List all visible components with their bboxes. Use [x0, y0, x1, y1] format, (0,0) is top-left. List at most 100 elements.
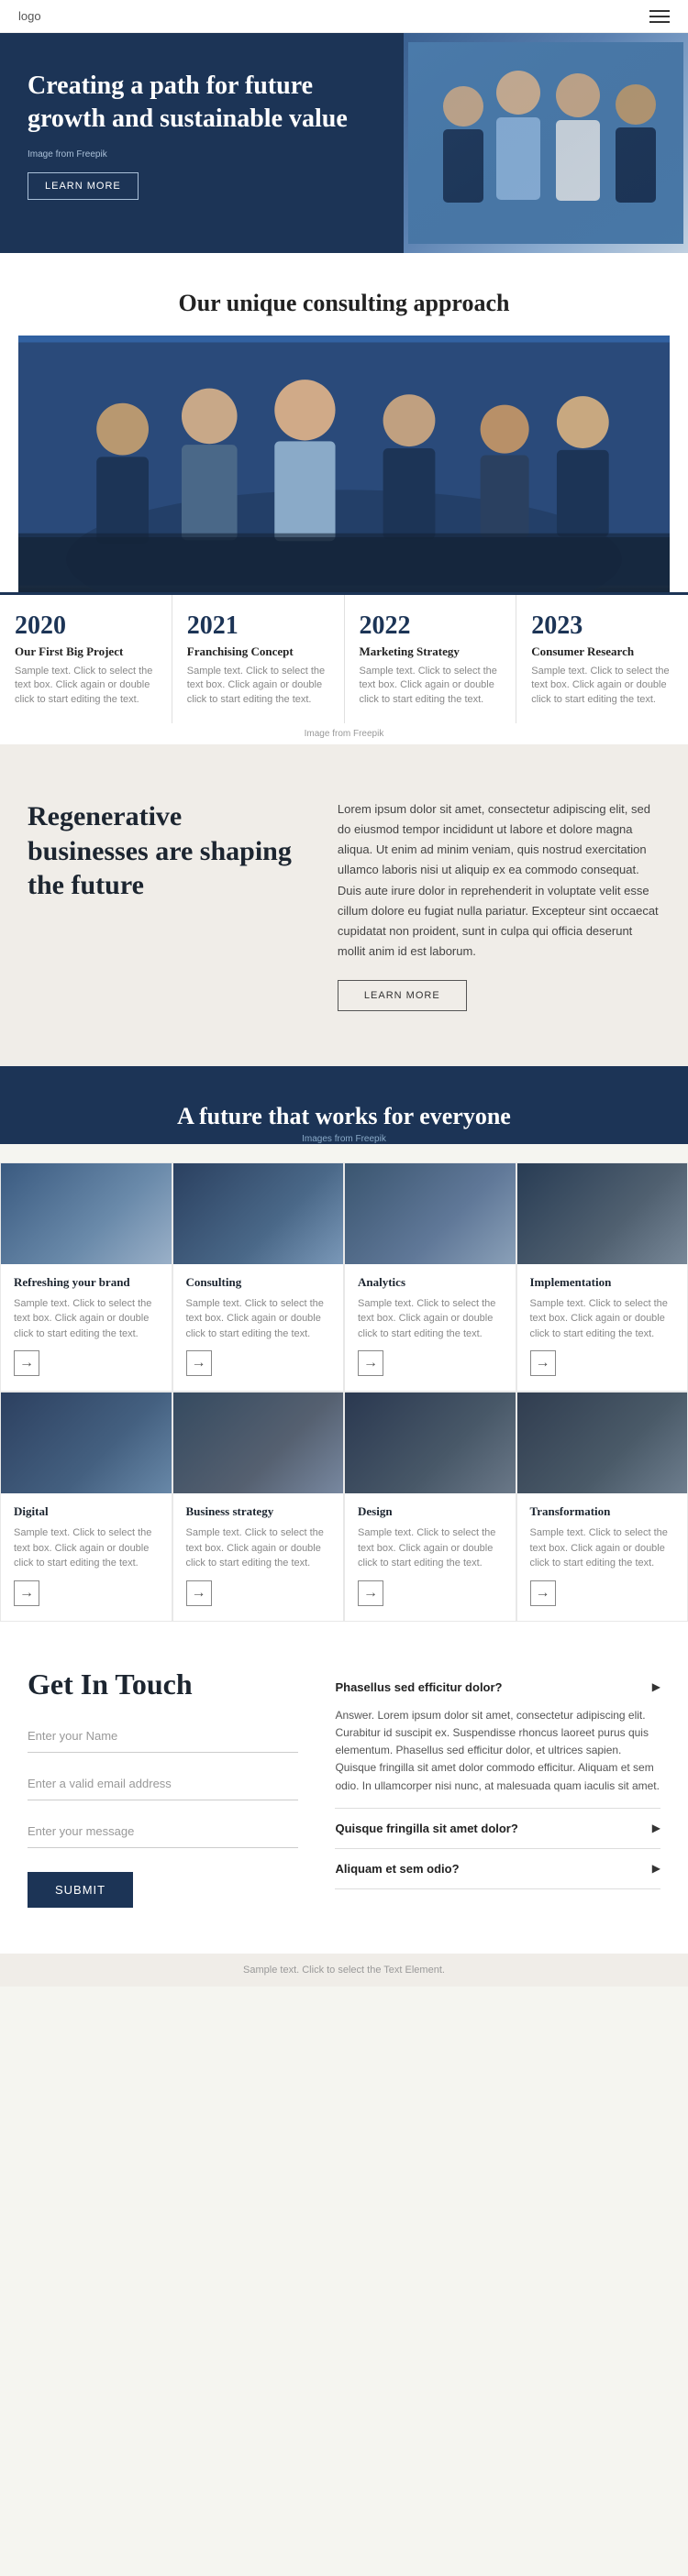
service-image-fill [345, 1163, 516, 1264]
regen-body-text: Lorem ipsum dolor sit amet, consectetur … [338, 799, 660, 962]
timeline-year: 2020 [15, 611, 157, 641]
contact-heading: Get In Touch [28, 1668, 298, 1701]
service-card-image [345, 1393, 516, 1493]
service-card-text: Sample text. Click to select the text bo… [14, 1296, 159, 1342]
faq-question-toggle[interactable]: Aliquam et sem odio? ▶ [335, 1849, 660, 1888]
future-image-credit: Images from Freepik [18, 1134, 670, 1144]
timeline-section: 2020 Our First Big Project Sample text. … [0, 592, 688, 723]
service-card-text: Sample text. Click to select the text bo… [14, 1525, 159, 1571]
contact-name-input[interactable] [28, 1720, 298, 1753]
service-arrow-button[interactable]: → [186, 1580, 212, 1606]
service-arrow-button[interactable]: → [530, 1350, 556, 1376]
service-card-image [1, 1163, 172, 1264]
faq-answer: Answer. Lorem ipsum dolor sit amet, cons… [335, 1707, 660, 1808]
service-card: Refreshing your brand Sample text. Click… [0, 1162, 172, 1393]
hero-image-sim [404, 33, 688, 253]
service-card-text: Sample text. Click to select the text bo… [186, 1296, 331, 1342]
faq-block: Phasellus sed efficitur dolor? ▶ Answer.… [335, 1668, 660, 1908]
faq-question-text: Phasellus sed efficitur dolor? [335, 1680, 502, 1694]
service-card: Transformation Sample text. Click to sel… [516, 1392, 688, 1622]
faq-answer-text: Answer. Lorem ipsum dolor sit amet, cons… [335, 1707, 660, 1795]
consulting-section: Our unique consulting approach [0, 253, 688, 592]
timeline-title: Consumer Research [531, 644, 673, 659]
timeline-title: Our First Big Project [15, 644, 157, 659]
timeline-year: 2021 [187, 611, 329, 641]
service-card: Analytics Sample text. Click to select t… [344, 1162, 516, 1393]
hero-image-credit: Image from Freepik [28, 149, 376, 160]
service-card-body: Digital Sample text. Click to select the… [1, 1493, 172, 1621]
service-card-title: Analytics [358, 1275, 503, 1290]
faq-item: Quisque fringilla sit amet dolor? ▶ [335, 1809, 660, 1849]
service-card: Digital Sample text. Click to select the… [0, 1392, 172, 1622]
service-card-title: Design [358, 1504, 503, 1519]
service-card-title: Refreshing your brand [14, 1275, 159, 1290]
timeline-year: 2022 [360, 611, 502, 641]
contact-message-input[interactable] [28, 1815, 298, 1848]
hero-learn-more-button[interactable]: LEARN MORE [28, 172, 139, 200]
service-card-text: Sample text. Click to select the text bo… [358, 1525, 503, 1571]
faq-expand-icon: ▶ [652, 1862, 660, 1876]
faq-item: Aliquam et sem odio? ▶ [335, 1849, 660, 1889]
service-card-image [517, 1393, 688, 1493]
faq-question-toggle[interactable]: Phasellus sed efficitur dolor? ▶ [335, 1668, 660, 1707]
service-card-body: Analytics Sample text. Click to select t… [345, 1264, 516, 1392]
contact-section: Get In Touch SUBMIT Phasellus sed effici… [0, 1622, 688, 1954]
contact-form-block: Get In Touch SUBMIT [28, 1668, 298, 1908]
hero-heading: Creating a path for future growth and su… [28, 70, 376, 137]
future-heading: A future that works for everyone [18, 1103, 670, 1130]
service-arrow-button[interactable]: → [14, 1350, 39, 1376]
service-card-title: Consulting [186, 1275, 331, 1290]
service-image-fill [1, 1163, 172, 1264]
hero-image [404, 33, 688, 253]
service-arrow-button[interactable]: → [14, 1580, 39, 1606]
timeline-item: 2020 Our First Big Project Sample text. … [0, 595, 172, 723]
regen-left-block: Regenerative businesses are shaping the … [28, 799, 301, 903]
service-image-fill [517, 1163, 688, 1264]
service-image-fill [173, 1393, 344, 1493]
hero-section: Creating a path for future growth and su… [0, 33, 688, 253]
hero-people-svg [408, 42, 683, 244]
faq-expand-icon: ▶ [652, 1822, 660, 1835]
hamburger-menu-icon[interactable] [649, 10, 670, 23]
timeline-title: Franchising Concept [187, 644, 329, 659]
service-card-text: Sample text. Click to select the text bo… [530, 1296, 675, 1342]
footer-note: Sample text. Click to select the Text El… [0, 1954, 688, 1987]
contact-email-input[interactable] [28, 1767, 298, 1800]
timeline-image-credit: Image from Freepik [0, 723, 688, 744]
contact-submit-button[interactable]: SUBMIT [28, 1872, 133, 1908]
service-image-fill [173, 1163, 344, 1264]
timeline-item: 2021 Franchising Concept Sample text. Cl… [172, 595, 345, 723]
service-card-image [345, 1163, 516, 1264]
hero-text-block: Creating a path for future growth and su… [0, 33, 404, 253]
service-card-body: Transformation Sample text. Click to sel… [517, 1493, 688, 1621]
service-card-image [173, 1163, 344, 1264]
service-image-fill [517, 1393, 688, 1493]
service-image-fill [1, 1393, 172, 1493]
consulting-image [18, 336, 670, 592]
timeline-sample-text: Sample text. Click to select the text bo… [15, 665, 157, 707]
service-card-image [173, 1393, 344, 1493]
service-image-fill [345, 1393, 516, 1493]
service-arrow-button[interactable]: → [358, 1580, 383, 1606]
faq-expand-icon: ▶ [652, 1680, 660, 1694]
faq-question-text: Aliquam et sem odio? [335, 1862, 459, 1876]
service-card-body: Implementation Sample text. Click to sel… [517, 1264, 688, 1392]
service-arrow-button[interactable]: → [530, 1580, 556, 1606]
service-card-text: Sample text. Click to select the text bo… [358, 1296, 503, 1342]
timeline-sample-text: Sample text. Click to select the text bo… [187, 665, 329, 707]
regen-learn-more-button[interactable]: LEARN MORE [338, 980, 467, 1011]
service-arrow-button[interactable]: → [186, 1350, 212, 1376]
service-card-body: Business strategy Sample text. Click to … [173, 1493, 344, 1621]
regenerative-section: Regenerative businesses are shaping the … [0, 744, 688, 1066]
faq-question-text: Quisque fringilla sit amet dolor? [335, 1822, 517, 1835]
timeline-item: 2022 Marketing Strategy Sample text. Cli… [345, 595, 517, 723]
service-card-title: Digital [14, 1504, 159, 1519]
service-card-title: Implementation [530, 1275, 675, 1290]
timeline-item: 2023 Consumer Research Sample text. Clic… [516, 595, 688, 723]
service-card-image [1, 1393, 172, 1493]
service-arrow-button[interactable]: → [358, 1350, 383, 1376]
service-card-text: Sample text. Click to select the text bo… [186, 1525, 331, 1571]
service-card-title: Transformation [530, 1504, 675, 1519]
future-section: A future that works for everyone Images … [0, 1066, 688, 1144]
faq-question-toggle[interactable]: Quisque fringilla sit amet dolor? ▶ [335, 1809, 660, 1848]
